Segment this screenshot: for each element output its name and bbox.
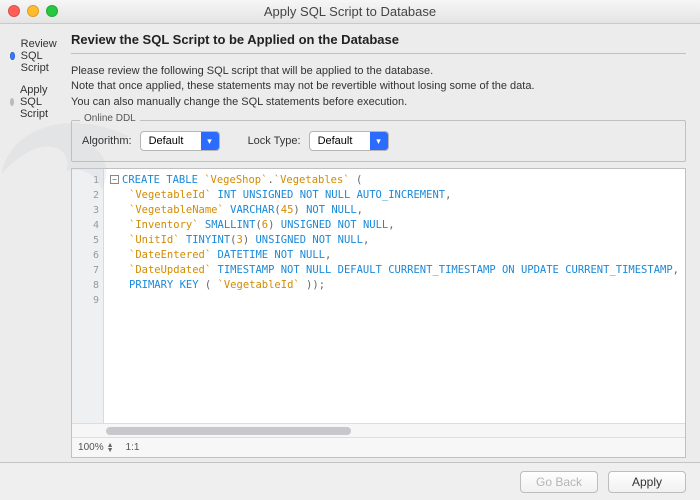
horizontal-scrollbar[interactable]: [72, 423, 685, 437]
zoom-icon[interactable]: [46, 5, 58, 17]
lock-type-select[interactable]: Default ▾: [309, 131, 389, 151]
chevron-updown-icon: ▾: [201, 132, 219, 150]
zoom-ratio: 1:1: [126, 442, 140, 453]
minimize-icon[interactable]: [27, 5, 39, 17]
code-area[interactable]: −CREATE TABLE `VegeShop`.`Vegetables` ( …: [104, 169, 685, 423]
scrollbar-thumb[interactable]: [106, 427, 351, 435]
desc-line: You can also manually change the SQL sta…: [71, 95, 686, 110]
footer: Go Back Apply: [0, 462, 700, 500]
window-title: Apply SQL Script to Database: [264, 4, 436, 19]
close-icon[interactable]: [8, 5, 20, 17]
zoom-stepper[interactable]: ▲▼: [107, 443, 114, 453]
step-bullet-active-icon: [10, 52, 15, 60]
line-number-gutter: 123456789: [72, 169, 104, 423]
step-bullet-icon: [10, 98, 14, 106]
title-bar: Apply SQL Script to Database: [0, 0, 700, 24]
algorithm-select[interactable]: Default ▾: [140, 131, 220, 151]
window-controls: [8, 5, 58, 17]
algorithm-value: Default: [141, 135, 201, 147]
algorithm-label: Algorithm:: [82, 135, 132, 147]
desc-line: Please review the following SQL script t…: [71, 64, 686, 79]
description: Please review the following SQL script t…: [71, 64, 686, 110]
zoom-level: 100%: [78, 442, 104, 453]
lock-type-label: Lock Type:: [248, 135, 301, 147]
online-ddl-group: Online DDL Algorithm: Default ▾ Lock Typ…: [71, 120, 686, 162]
step-label: Apply SQL Script: [20, 84, 61, 120]
sql-editor[interactable]: 123456789 −CREATE TABLE `VegeShop`.`Vege…: [71, 168, 686, 458]
page-title: Review the SQL Script to be Applied on t…: [71, 32, 686, 54]
step-apply[interactable]: Apply SQL Script: [10, 84, 61, 120]
main-panel: Review the SQL Script to be Applied on t…: [71, 24, 700, 462]
step-review[interactable]: Review SQL Script: [10, 38, 61, 74]
apply-button[interactable]: Apply: [608, 471, 686, 493]
lock-type-value: Default: [310, 135, 370, 147]
chevron-updown-icon: ▾: [370, 132, 388, 150]
ddl-legend: Online DDL: [80, 113, 140, 124]
desc-line: Note that once applied, these statements…: [71, 79, 686, 94]
editor-statusbar: 100% ▲▼ 1:1: [72, 437, 685, 457]
sidebar: Review SQL Script Apply SQL Script: [0, 24, 71, 462]
step-label: Review SQL Script: [21, 38, 61, 74]
go-back-button: Go Back: [520, 471, 598, 493]
